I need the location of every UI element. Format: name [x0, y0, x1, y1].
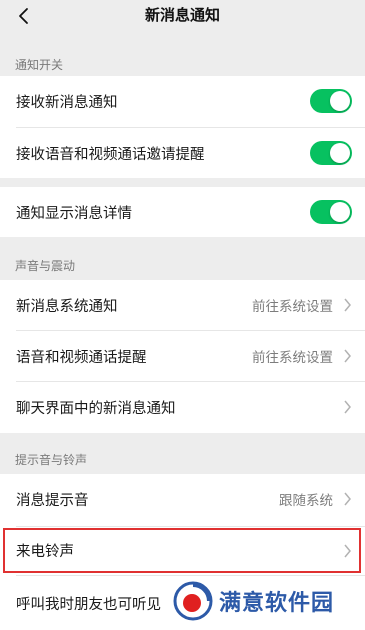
show-message-details-toggle[interactable] — [310, 200, 352, 224]
sound-vibration-group: 新消息系统通知 前往系统设置 语音和视频通话提醒 前往系统设置 聊天界面中的新消… — [0, 280, 365, 433]
row-incoming-ringtone[interactable]: 来电铃声 — [0, 527, 365, 574]
notify-switch-group: 接收新消息通知 接收语音和视频通话邀请提醒 — [0, 76, 365, 178]
watermark: 满意软件园 — [173, 578, 359, 624]
divider — [16, 575, 365, 576]
receive-call-invites-toggle[interactable] — [310, 141, 352, 165]
row-label: 语音和视频通话提醒 — [16, 349, 147, 366]
row-receive-new-messages: 接收新消息通知 — [0, 76, 365, 126]
receive-new-messages-toggle[interactable] — [310, 89, 352, 113]
row-receive-call-invites: 接收语音和视频通话邀请提醒 — [0, 128, 365, 178]
toggle-knob — [330, 91, 350, 111]
row-label: 消息提示音 — [16, 492, 89, 509]
row-show-message-details: 通知显示消息详情 — [0, 187, 365, 237]
row-label: 接收语音和视频通话邀请提醒 — [16, 146, 205, 163]
details-group: 通知显示消息详情 — [0, 187, 365, 237]
watermark-text: 满意软件园 — [219, 591, 335, 616]
chevron-right-icon — [344, 400, 351, 414]
row-system-notification[interactable]: 新消息系统通知 前往系统设置 — [0, 280, 365, 330]
row-label: 接收新消息通知 — [16, 94, 118, 111]
section-header-tone-ringtone: 提示音与铃声 — [15, 453, 88, 467]
chevron-right-icon — [344, 349, 351, 363]
watermark-logo-icon — [173, 581, 213, 621]
toggle-knob — [330, 202, 350, 222]
row-value: 前往系统设置 — [252, 350, 333, 366]
section-header-notify-switch: 通知开关 — [15, 58, 64, 72]
section-header-sound-vibration: 声音与震动 — [15, 259, 76, 273]
toggle-knob — [330, 143, 350, 163]
row-label: 新消息系统通知 — [16, 298, 118, 315]
chevron-right-icon — [344, 492, 351, 506]
row-value: 跟随系统 — [279, 493, 333, 509]
row-in-chat-notification[interactable]: 聊天界面中的新消息通知 — [0, 382, 365, 432]
chevron-right-icon — [344, 298, 351, 312]
row-label: 来电铃声 — [16, 544, 74, 560]
nav-bar: 新消息通知 — [0, 0, 365, 36]
row-call-reminder[interactable]: 语音和视频通话提醒 前往系统设置 — [0, 331, 365, 381]
row-label: 聊天界面中的新消息通知 — [16, 400, 176, 417]
row-message-tone[interactable]: 消息提示音 跟随系统 — [0, 474, 365, 524]
row-label: 呼叫我时朋友也可听见 — [16, 596, 161, 613]
row-label: 通知显示消息详情 — [16, 205, 132, 222]
chevron-right-icon — [344, 544, 351, 557]
page-title: 新消息通知 — [144, 6, 220, 24]
row-value: 前往系统设置 — [252, 299, 333, 315]
